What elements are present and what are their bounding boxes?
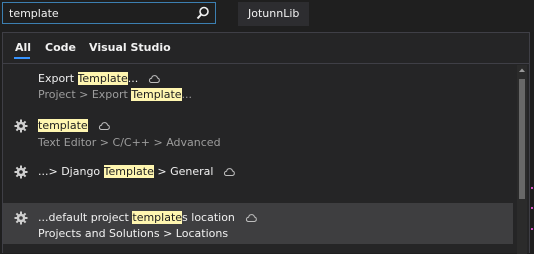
search-input[interactable]: template — [2, 2, 216, 24]
result-title: ...default project templates location — [38, 211, 257, 225]
editor-marker — [531, 187, 533, 189]
scrollbar[interactable] — [517, 65, 527, 254]
gear-icon — [14, 119, 28, 133]
gear-icon — [14, 211, 28, 225]
filter-tab-code[interactable]: Code — [45, 41, 76, 54]
scroll-thumb[interactable] — [519, 79, 525, 199]
result-item[interactable]: ...> Django Template > General — [3, 159, 513, 185]
editor-background — [530, 32, 534, 253]
gear-icon — [14, 165, 28, 179]
result-title: template — [38, 119, 110, 133]
result-title: Export Template... — [38, 72, 160, 86]
separator — [3, 63, 529, 64]
result-item[interactable]: Export Template... Project > Export Temp… — [3, 67, 513, 107]
search-icon[interactable] — [196, 6, 210, 20]
result-path: Project > Export Template... — [38, 88, 193, 101]
active-tab-indicator — [14, 57, 30, 59]
cloud-icon — [98, 122, 110, 130]
filter-tab-visual-studio[interactable]: Visual Studio — [89, 41, 171, 54]
project-tab[interactable]: JotunnLib — [238, 2, 310, 26]
editor-marker — [531, 207, 533, 209]
scroll-up-arrow-icon[interactable] — [519, 68, 525, 73]
result-path: Projects and Solutions > Locations — [38, 227, 229, 240]
cloud-icon — [245, 214, 257, 222]
search-results-panel: All Code Visual Studio Export Template..… — [2, 32, 530, 254]
result-item[interactable]: template Text Editor > C/C++ > Advanced — [3, 113, 513, 153]
filter-tabs: All Code Visual Studio — [3, 33, 529, 63]
result-item[interactable]: ...default project templates location Pr… — [3, 203, 513, 244]
result-title: ...> Django Template > General — [38, 165, 236, 179]
cloud-icon — [149, 75, 160, 83]
cloud-icon — [224, 168, 236, 176]
result-path: Text Editor > C/C++ > Advanced — [38, 136, 221, 149]
filter-tab-all[interactable]: All — [15, 41, 31, 54]
top-bar: template JotunnLib — [0, 0, 534, 32]
editor-marker — [531, 228, 533, 230]
search-input-value: template — [9, 7, 59, 20]
